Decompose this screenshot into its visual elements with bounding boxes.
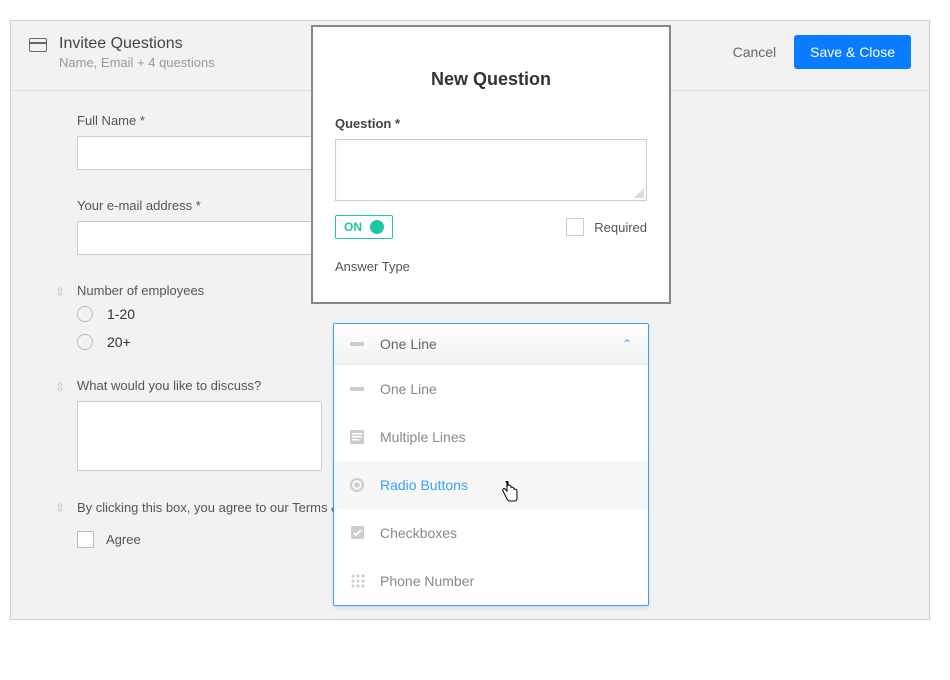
reorder-handle-icon[interactable]: ⇳: [55, 380, 65, 396]
required-label: Required: [594, 220, 647, 235]
option-label: Multiple Lines: [380, 429, 466, 445]
save-close-button[interactable]: Save & Close: [794, 35, 911, 69]
active-toggle[interactable]: ON: [335, 215, 393, 239]
option-label: Phone Number: [380, 573, 474, 589]
radio-icon: [77, 306, 93, 322]
panel-title: Invitee Questions: [59, 35, 215, 53]
radio-icon: [77, 334, 93, 350]
toggle-label: ON: [344, 220, 362, 234]
cancel-button[interactable]: Cancel: [733, 44, 777, 60]
modal-title: New Question: [313, 69, 669, 90]
settings-panel: Invitee Questions Name, Email + 4 questi…: [10, 20, 930, 620]
answer-type-option-checkboxes[interactable]: Checkboxes: [334, 509, 648, 557]
question-textarea[interactable]: [335, 139, 647, 201]
answer-type-option-radio-buttons[interactable]: Radio Buttons: [334, 461, 648, 509]
required-checkbox-row[interactable]: Required: [566, 218, 647, 236]
required-checkbox: [566, 218, 584, 236]
answer-type-label: Answer Type: [335, 259, 647, 274]
phone-number-icon: [350, 573, 366, 589]
terms-label: By clicking this box, you agree to our T…: [77, 500, 348, 515]
new-question-modal: New Question Question * ON Required Answ…: [311, 25, 671, 304]
answer-type-option-multiple-lines[interactable]: Multiple Lines: [334, 413, 648, 461]
checkboxes-icon: [350, 525, 366, 541]
agree-checkbox[interactable]: [77, 531, 94, 548]
answer-type-selected[interactable]: One Line ⌃: [334, 324, 648, 365]
option-label: One Line: [380, 381, 437, 397]
toggle-knob-icon: [370, 220, 384, 234]
answer-type-selected-label: One Line: [380, 336, 622, 352]
reorder-handle-icon[interactable]: ⇳: [55, 285, 65, 301]
answer-type-dropdown[interactable]: One Line ⌃ One Line Multiple Lines: [333, 323, 649, 606]
option-label: Checkboxes: [380, 525, 457, 541]
chevron-up-icon: ⌃: [622, 337, 632, 351]
employees-option-1[interactable]: 1-20: [77, 306, 899, 322]
panel-subtitle: Name, Email + 4 questions: [59, 55, 215, 70]
discuss-textarea[interactable]: [77, 401, 322, 471]
one-line-icon: [350, 339, 366, 349]
agree-label: Agree: [106, 532, 141, 547]
answer-type-option-one-line[interactable]: One Line: [334, 365, 648, 413]
multiple-lines-icon: [350, 430, 366, 444]
answer-type-option-phone-number[interactable]: Phone Number: [334, 557, 648, 605]
question-field-label: Question *: [335, 116, 647, 131]
option-label: Radio Buttons: [380, 477, 468, 493]
one-line-icon: [350, 384, 366, 394]
employees-option-2-label: 20+: [107, 334, 131, 350]
email-input[interactable]: [77, 221, 322, 255]
radio-buttons-icon: [350, 477, 366, 493]
fullname-input[interactable]: [77, 136, 322, 170]
employees-option-1-label: 1-20: [107, 306, 135, 322]
reorder-handle-icon[interactable]: ⇳: [55, 501, 65, 517]
questions-icon: [29, 38, 47, 52]
